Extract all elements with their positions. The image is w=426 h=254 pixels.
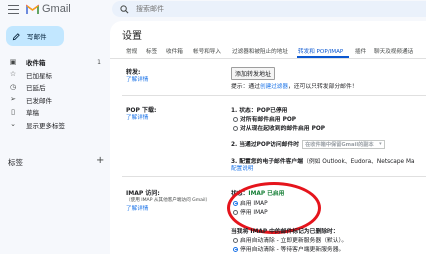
divider <box>122 95 426 96</box>
compose-label: 写邮件 <box>27 33 47 41</box>
sidebar-item-label: 收件箱 <box>26 59 46 68</box>
expunge-off-option[interactable]: 停用自动清除 - 等待客户端更新服务器。 <box>233 244 344 253</box>
add-label-button[interactable]: + <box>96 155 104 166</box>
tab-inbox[interactable]: 收件箱 <box>166 47 183 55</box>
sidebar-item-label: 已加星标 <box>26 71 52 80</box>
option-label: 停用自动清除 - 等待客户端更新服务器。 <box>240 247 345 253</box>
sidebar-item-sent[interactable]: ➢ 已发邮件 <box>0 94 108 107</box>
radio-button[interactable] <box>233 116 238 122</box>
pop-enable-from-now-option[interactable]: 对从现在起收到的邮件启用 POP <box>233 123 325 132</box>
radio-button[interactable] <box>233 237 238 243</box>
pop-access-setting: 2. 当通过POP访问邮件时 在收件箱中保留Gmail的副本 <box>231 139 385 149</box>
search-bar[interactable] <box>112 1 426 17</box>
unread-count: 1 <box>97 58 101 66</box>
tab-filters[interactable]: 过滤器和被阻止的地址 <box>232 47 288 55</box>
tab-labels[interactable]: 标签 <box>146 47 157 55</box>
search-icon[interactable] <box>120 4 129 14</box>
pencil-icon <box>12 32 20 40</box>
step3-text: （例如 Outlook、Eudora、Netscape Ma <box>303 159 415 165</box>
sidebar-item-label: 已发邮件 <box>26 96 52 105</box>
hint-suffix: ，还可以只转发部分邮件！ <box>287 84 358 90</box>
settings-panel: 设置 常规 标签 收件箱 帐号和导入 过滤器和被阻止的地址 转发和 POP/IM… <box>110 21 426 254</box>
sidebar-item-inbox[interactable]: ▣ 收件箱 1 <box>0 56 108 69</box>
tab-chat-meet[interactable]: 聊天及视频通话 <box>374 47 413 55</box>
step2-title: 2. 当通过POP访问邮件时 <box>231 142 300 148</box>
sidebar-item-drafts[interactable]: ▯ 草稿 <box>0 106 108 119</box>
pop-action-select[interactable]: 在收件箱中保留Gmail的副本 <box>302 140 385 149</box>
forwarding-learn-more-link[interactable]: 了解详情 <box>126 75 148 83</box>
search-input[interactable] <box>136 5 336 13</box>
sidebar-item-label: 显示更多标签 <box>26 121 65 130</box>
clock-icon: ◷ <box>9 82 17 91</box>
sidebar-item-more[interactable]: ⌄ 显示更多标签 <box>0 119 108 132</box>
gmail-logo[interactable]: Gmail <box>26 2 71 16</box>
pop-status: 1. 状态：POP已停用 <box>231 108 288 114</box>
expunge-title: 当我将 IMAP 中的邮件标记为已删除时： <box>231 229 339 235</box>
top-bar: Gmail <box>0 0 426 20</box>
pop-learn-more-link[interactable]: 了解详情 <box>126 113 148 121</box>
divider <box>122 176 426 177</box>
imap-learn-more-link[interactable]: 了解详情 <box>126 204 148 212</box>
gmail-m-icon <box>26 4 39 14</box>
tab-accounts[interactable]: 帐号和导入 <box>193 47 221 55</box>
app-name: Gmail <box>42 3 71 15</box>
option-label: 对从现在起收到的邮件启用 POP <box>240 126 326 132</box>
chevron-down-icon: ⌄ <box>10 120 16 129</box>
labels-heading: 标签 <box>8 158 23 167</box>
active-tab-indicator <box>297 56 349 58</box>
sidebar-item-starred[interactable]: ☆ 已加星标 <box>0 69 108 82</box>
create-filter-link[interactable]: 创建过滤器 <box>260 84 288 90</box>
radio-button[interactable] <box>233 125 238 131</box>
sidebar-item-label: 草稿 <box>26 109 39 118</box>
forwarding-hint: 提示：通过创建过滤器，还可以只转发部分邮件！ <box>231 81 358 90</box>
client-config: 3. 配置您的电子邮件客户端（例如 Outlook、Eudora、Netscap… <box>231 156 415 165</box>
send-icon: ➢ <box>10 95 16 104</box>
draft-icon: ▯ <box>11 107 15 116</box>
tab-addons[interactable]: 插件 <box>355 47 366 55</box>
star-icon: ☆ <box>9 70 17 79</box>
inbox-icon: ▣ <box>9 57 17 66</box>
settings-tabs: 常规 标签 收件箱 帐号和导入 过滤器和被阻止的地址 转发和 POP/IMAP … <box>110 45 426 59</box>
page-title: 设置 <box>122 31 142 42</box>
config-instructions-link[interactable]: 配置说明 <box>231 164 253 172</box>
main-menu-icon[interactable] <box>8 5 19 14</box>
add-forwarding-address-button[interactable]: 添加转发地址 <box>231 67 276 80</box>
radio-button-selected[interactable] <box>233 246 238 252</box>
expunge-on-option[interactable]: 启用自动清除 - 立即更新服务器（默认）。 <box>233 235 347 244</box>
pop-enable-all-option[interactable]: 对所有邮件启用 POP <box>233 114 296 123</box>
sidebar-item-label: 已延后 <box>26 84 46 93</box>
sidebar-nav: ▣ 收件箱 1 ☆ 已加星标 ◷ 已延后 ➢ 已发邮件 ▯ 草稿 ⌄ 显示更多标… <box>0 56 108 131</box>
imap-sublabel: （使用 IMAP 从其他客户端访问 Gmail） <box>126 198 211 203</box>
tab-forwarding-pop-imap[interactable]: 转发和 POP/IMAP <box>298 47 343 55</box>
compose-button[interactable]: 写邮件 <box>6 26 64 46</box>
sidebar-item-snoozed[interactable]: ◷ 已延后 <box>0 81 108 94</box>
imap-label: IMAP 访问: <box>126 190 160 197</box>
hint-prefix: 提示：通过 <box>231 84 260 90</box>
tab-general[interactable]: 常规 <box>126 47 137 55</box>
